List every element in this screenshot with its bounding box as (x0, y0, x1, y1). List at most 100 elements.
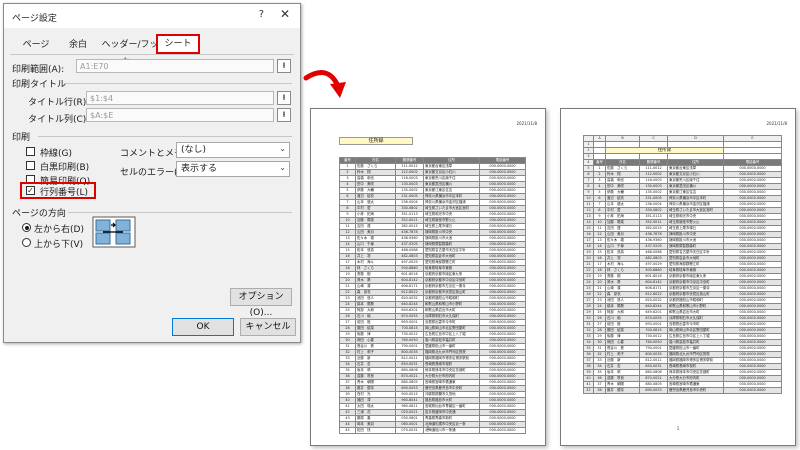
curved-arrow-icon (303, 70, 346, 98)
dialog-title: ページ設定 (12, 14, 57, 24)
cell-errors-value: 表示する (181, 164, 218, 174)
tab-header-footer[interactable]: ヘッダー/フッター (100, 36, 160, 68)
table-row: 10 加藤 陽菜 352-0011 埼玉県新座市野火止 000-0000-0000 (339, 217, 526, 224)
table-cell: 38 (593, 387, 606, 394)
over-then-down-radio[interactable] (22, 223, 31, 232)
ok-button[interactable]: OK (172, 318, 234, 336)
title-cols-input[interactable]: $A:$E (86, 108, 274, 122)
table-row: 6 2 鈴木 翔 112-0002 東京都文京区小石川 000-0000-0000 (583, 171, 782, 178)
group-divider (68, 212, 292, 213)
row-number: 42 (583, 387, 594, 394)
table-cell: 鹿児島県鹿児島市中央町 (667, 387, 724, 394)
table-row: 19 斎藤 樹 601-8016 京都府京都市南区東九条 000-0000-0000 (339, 271, 526, 278)
table-row: 25 21 山崎 湊 606-8171 京都府京都市左京区一乗寺 000-0000-000… (583, 285, 782, 292)
table-row: 1 佐藤 さくら 111-0012 東京都台東区浅草 000-0000-0000 (339, 163, 526, 170)
collapse-dialog-icon[interactable]: ⭱ (277, 91, 291, 105)
collapse-dialog-icon[interactable]: ⭱ (277, 59, 291, 73)
table-row: 29 後藤 律 730-0012 広島県広島市中区上八丁堀 000-0000-0000 (339, 331, 526, 338)
table-row: 26 22 森 芽衣 612-8022 京都府京都市伏見区桃山町 000-0000-000… (583, 291, 782, 298)
table-row: 18 14 山口 千尋 437-5205 静岡県周智郡森町 000-0000-0000 (583, 243, 782, 250)
table-row: 41 太田 瑛太 980-0811 宮城県仙台市青葉区一番町 000-0000-0000 (339, 403, 526, 410)
table-row: 24 橋本 陽葵 640-8244 和歌山県和歌山市小野町 000-0000-0000 (339, 301, 526, 308)
table-row: 18 林 さくら 500-8880 岐阜県岐阜市東鶉 000-0000-0000 (339, 265, 526, 272)
print-preview-page-a: 2021/11/8 住所録 番号 氏名 郵便番号 住所 電話番号 1 佐藤 さくら 111-0… (310, 108, 546, 446)
table-row: 5 1 佐藤 さくら 111-0012 東京都台東区浅草 000-0000-0000 (583, 165, 782, 172)
over-then-down-label: 左から右(D) (34, 225, 84, 235)
table-row: 5 伊藤 大輔 135-0002 東京都江東区住吉 000-0000-0000 (339, 187, 526, 194)
table-row: 22 森 芽衣 612-8022 京都府京都市伏見区桃山町 000-0000-0000 (339, 289, 526, 296)
print-titles-group: 印刷タイトル (12, 80, 67, 90)
table-row: 28 藤田 結菜 700-0815 岡山県岡山市北区野田屋町 000-0000-0000 (339, 325, 526, 332)
cell-errors-select[interactable]: 表示する ⌄ (176, 161, 290, 177)
group-divider (38, 136, 292, 137)
table-row: 36 遠藤 咲良 870-0021 大分県大分市府内町 000-0000-0000 (339, 373, 526, 380)
table-row: 42 38 藤井 優奈 890-0053 鹿児島県鹿児島市中央町 000-0000-000… (583, 387, 782, 394)
table-row: 17 木村 海斗 497-0029 愛知県海部郡蟹江町 000-0000-0000 (339, 259, 526, 266)
table-row: 31 長谷川 蒼 790-0001 愛媛県松山市一番町 000-0000-0000 (339, 343, 526, 350)
tab-margins[interactable]: 余白 (60, 36, 96, 54)
page-number: 1 (426, 426, 430, 431)
table-row: 30 岡田 心春 760-0050 香川県高松市亀井町 000-0000-0000 (339, 337, 526, 344)
black-white-checkbox[interactable] (26, 161, 35, 170)
print-date: 2021/11/8 (766, 121, 787, 126)
tab-page[interactable]: ページ (16, 36, 56, 54)
table-row: 14 山口 千尋 437-5205 静岡県周智郡森町 000-0000-0000 (339, 241, 526, 248)
table-row: 33 近藤 新 812-0011 福岡県福岡市博多区博多駅前 000-0000-0000 (339, 355, 526, 362)
table-row: 21 山崎 湊 606-8171 京都府京都市左京区一乗寺 000-0000-0000 (339, 283, 526, 290)
table-row: 37 青木 朝陽 880-0805 宮崎県宮崎市橘通東 000-0000-0000 (339, 379, 526, 386)
close-button[interactable]: ✕ (280, 7, 290, 21)
table-row: 37 33 近藤 新 812-0011 福岡県福岡市博多区博多駅前 000-0000-00… (583, 357, 782, 364)
page-setup-dialog: ページ設定 ? ✕ ページ 余白 ヘッダー/フッター シート 印刷範囲(A): … (3, 3, 301, 343)
print-area-input[interactable]: A1:E70 (76, 59, 274, 73)
table-row: 13 9 小林 拓海 351-0113 埼玉県和光市中央 000-0000-0000 (583, 213, 782, 220)
table-row: 11 吉田 蓮 362-0015 埼玉県上尾市緑丘 000-0000-0000 (339, 223, 526, 230)
table-row: 9 小林 拓海 351-0113 埼玉県和光市中央 000-0000-0000 (339, 211, 526, 218)
row-col-headings-checkbox[interactable]: ✓ (26, 186, 35, 195)
cancel-button[interactable]: キャンセル (240, 318, 296, 336)
dialog-titlebar: ページ設定 ? ✕ (4, 4, 300, 28)
black-white-label: 白黒印刷(B) (40, 163, 90, 173)
table-row: 20 16 井上 凛 482-0803 愛知県岩倉市大地町 000-0000-0000 (583, 255, 782, 262)
comments-select[interactable]: (なし) ⌄ (176, 142, 290, 158)
table-row: 25 阿部 大和 649-6201 和歌山県岩出市大町 000-0000-0000 (339, 307, 526, 314)
title-rows-input[interactable]: $1:$4 (86, 91, 274, 105)
table-row: 36 32 村上 莉子 800-0035 福岡県北九州市門司区別院 000-0000-00… (583, 351, 782, 358)
address-table: 番号 氏名 郵便番号 住所 電話番号 1 佐藤 さくら 111-0012 東京都台東区浅草 000… (339, 157, 526, 434)
options-button[interactable]: オプション(O)... (230, 288, 292, 318)
table-row: 23 池田 悠人 620-0032 京都府福知山市昭和町 000-0000-0000 (339, 295, 526, 302)
table-row: 43 藤原 奏 030-0801 青森県青森市新町 000-0000-0000 (339, 415, 526, 422)
table-row: 10 6 渡辺 結衣 231-0005 神奈川県横浜市中区本町 000-0000-0000 (583, 195, 782, 202)
print-preview-page-b: 2021/11/8 A B C D E 1 2 住所録 3 4 番号 氏名 郵便番号 住所 電話番号 5 1 佐藤… (560, 108, 796, 446)
table-row: 24 20 清水 葵 604-8142 京都府京都市中京区中島町 000-0000-000… (583, 279, 782, 286)
table-row: 40 36 遠藤 咲良 870-0021 大分県大分市府内町 000-0000-0000 (583, 375, 782, 382)
sheet-title: 住所録 (339, 137, 413, 145)
table-row: 39 35 坂本 晴 860-0806 熊本県熊本市中央区花畑町 000-0000-000… (583, 369, 782, 376)
down-then-over-radio[interactable] (22, 238, 31, 247)
print-date: 2021/11/8 (516, 121, 537, 126)
table-row: 35 坂本 晴 860-0806 熊本県熊本市中央区花畑町 000-0000-0000 (339, 367, 526, 374)
table-row: 20 清水 葵 604-8142 京都府京都市中京区中島町 000-0000-0000 (339, 277, 526, 284)
row-col-headings-label: 行列番号(L) (40, 188, 89, 198)
table-row: 7 山本 健太 236-0004 神奈川県横浜市金沢区福浦 000-0000-0000 (339, 199, 526, 206)
collapse-dialog-icon[interactable]: ⭱ (277, 108, 291, 122)
table-row: 12 山田 美月 436-7878 静岡県掛川市中央 000-0000-0000 (339, 229, 526, 236)
table-row: 2 鈴木 翔 112-0002 東京都文京区小石川 000-0000-0000 (339, 169, 526, 176)
chevron-down-icon: ⌄ (279, 144, 286, 153)
table-row: 27 前田 陸 693-0001 島根県出雲市今市町 000-0000-0000 (339, 319, 526, 326)
gridlines-label: 枠線(G) (40, 149, 72, 159)
title-cols-label: タイトル列(C): (28, 115, 90, 125)
tab-sheet[interactable]: シート (156, 34, 200, 54)
table-row: 16 12 山田 美月 436-7878 静岡県掛川市中央 000-0000-0000 (583, 231, 782, 238)
table-row: 21 17 木村 海斗 497-0029 愛知県海部郡蟹江町 000-0000-0000 (583, 261, 782, 268)
table-row: 16 井上 凛 482-0803 愛知県岩倉市大地町 000-0000-0000 (339, 253, 526, 260)
table-row: 35 31 長谷川 蒼 790-0001 愛媛県松山市一番町 000-0000-0000 (583, 345, 782, 352)
table-row: 28 24 橋本 陽葵 640-8244 和歌山県和歌山市小野町 000-0000-000… (583, 303, 782, 310)
page-order-preview-icon (92, 216, 136, 248)
help-button[interactable]: ? (259, 9, 264, 20)
table-row: 33 29 後藤 律 730-0012 広島県広島市中区上八丁堀 000-0000-000… (583, 333, 782, 340)
group-divider (64, 83, 292, 84)
gridlines-checkbox[interactable] (26, 147, 35, 156)
print-group: 印刷 (12, 133, 31, 143)
table-row: 8 中村 愛 330-0802 埼玉県さいたま市大宮区宮町 000-0000-0000 (339, 205, 526, 212)
table-row: 14 10 加藤 陽菜 352-0011 埼玉県新座市野火止 000-0000-0000 (583, 219, 782, 226)
